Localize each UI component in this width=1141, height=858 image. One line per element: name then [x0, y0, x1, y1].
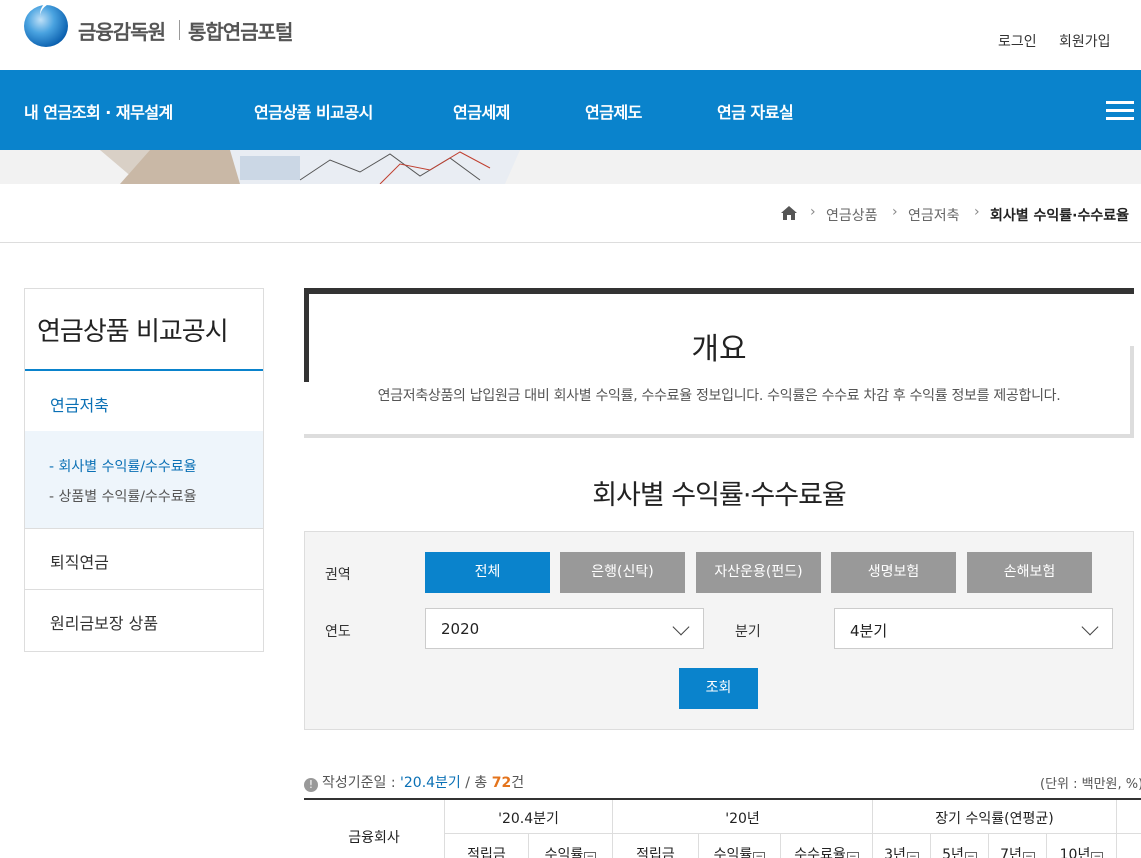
col-7y[interactable]: 7년 − — [989, 834, 1047, 858]
col-fee-year[interactable]: 수수료율 − — [781, 834, 873, 858]
sort-icon[interactable]: − — [964, 852, 977, 858]
col-10y[interactable]: 10년 − — [1047, 834, 1117, 858]
breadcrumb-item-savings[interactable]: 연금저축 — [908, 205, 960, 225]
col-company: 금융회사 — [304, 800, 445, 858]
col-group-long-term: 장기 수익률(연평균) — [873, 800, 1117, 834]
info-icon: ! — [304, 778, 318, 792]
total-count: 72 — [491, 775, 512, 791]
sort-icon[interactable]: − — [1091, 852, 1104, 858]
nav-pension-archive[interactable]: 연금 자료실 — [717, 99, 794, 123]
basis-label: 작성기준일 : — [322, 775, 401, 791]
nav-my-pension[interactable]: 내 연금조회 · 재무설계 — [24, 99, 173, 123]
col-fee-year-label: 수수료율 — [794, 847, 846, 858]
area-label: 권역 — [325, 567, 351, 583]
login-link[interactable]: 로그인 — [998, 31, 1037, 51]
col-3y-label: 3년 — [884, 847, 906, 858]
col-3y[interactable]: 3년 − — [873, 834, 931, 858]
sort-icon[interactable]: − — [906, 852, 919, 858]
total-label: / 총 — [460, 775, 492, 791]
year-select[interactable]: 2020 — [425, 608, 704, 649]
sort-icon[interactable]: − — [1022, 852, 1035, 858]
sidebar-subitem-product[interactable]: - 상품별 수익률/수수료율 — [49, 486, 196, 506]
org-name[interactable]: 금융감독원 — [78, 16, 166, 45]
col-group-quarter: '20.4분기 — [445, 800, 613, 834]
sort-icon[interactable]: − — [753, 852, 766, 858]
col-extra — [1117, 834, 1141, 858]
page-banner — [0, 150, 1141, 184]
year-select-value: 2020 — [441, 620, 480, 638]
fss-logo-icon[interactable] — [24, 5, 68, 47]
area-all-button[interactable]: 전체 — [425, 552, 550, 593]
nav-pension-system[interactable]: 연금제도 — [585, 99, 642, 123]
results-table: 금융회사 '20.4분기 '20년 장기 수익률(연평균) 적립금 수익률 − 적… — [304, 798, 1141, 858]
col-reserve-year: 적립금 — [613, 834, 699, 858]
search-button[interactable]: 조회 — [679, 668, 758, 709]
banner-illustration — [0, 150, 1141, 184]
breadcrumb: › 연금상품 › 연금저축 › 회사별 수익률·수수료율 — [0, 184, 1141, 243]
col-return-label: 수익률 — [544, 847, 584, 858]
portal-name[interactable]: 통합연금포털 — [188, 16, 293, 45]
col-group-extra — [1117, 800, 1141, 834]
overview-shadow — [304, 434, 1134, 438]
nav-pension-tax[interactable]: 연금세제 — [453, 99, 510, 123]
home-icon[interactable] — [780, 205, 798, 221]
col-return-year-label: 수익률 — [713, 847, 753, 858]
overview-border — [304, 288, 1134, 294]
main-navigation: 내 연금조회 · 재무설계 연금상품 비교공시 연금세제 연금제도 연금 자료실 — [0, 70, 1141, 150]
overview-title: 개요 — [691, 332, 747, 367]
area-asset-mgmt-button[interactable]: 자산운용(펀드) — [696, 552, 821, 593]
col-5y-label: 5년 — [942, 847, 964, 858]
breadcrumb-item-current: 회사별 수익률·수수료율 — [990, 208, 1129, 224]
hamburger-menu-icon[interactable] — [1106, 101, 1134, 121]
area-nonlife-insurance-button[interactable]: 손해보험 — [967, 552, 1092, 593]
col-return[interactable]: 수익률 − — [529, 834, 613, 858]
join-link[interactable]: 회원가입 — [1059, 31, 1111, 51]
quarter-select[interactable]: 4분기 — [834, 608, 1113, 649]
report-basis: ! 작성기준일 : '20.4분기 / 총 72건 — [304, 772, 524, 792]
col-7y-label: 7년 — [1000, 847, 1022, 858]
col-10y-label: 10년 — [1059, 847, 1091, 858]
chevron-right-icon: › — [974, 204, 980, 220]
year-label: 연도 — [325, 624, 351, 640]
basis-value: '20.4분기 — [400, 775, 461, 791]
area-life-insurance-button[interactable]: 생명보험 — [831, 552, 956, 593]
chevron-right-icon: › — [892, 204, 898, 220]
chevron-down-icon — [1081, 618, 1099, 636]
col-group-year: '20년 — [613, 800, 873, 834]
nav-product-compare[interactable]: 연금상품 비교공시 — [254, 99, 373, 123]
chevron-down-icon — [672, 618, 690, 636]
chevron-right-icon: › — [810, 204, 816, 220]
logo-divider — [179, 20, 180, 40]
overview-description: 연금저축상품의 납입원금 대비 회사별 수익률, 수수료율 정보입니다. 수익률… — [377, 388, 1061, 404]
total-unit: 건 — [511, 775, 525, 791]
overview-box: 개요 연금저축상품의 납입원금 대비 회사별 수익률, 수수료율 정보입니다. … — [304, 288, 1134, 438]
sidebar-item-principal-guaranteed[interactable]: 원리금보장 상품 — [25, 591, 263, 651]
sidebar-item-pension-savings[interactable]: 연금저축 — [25, 373, 263, 433]
sidebar-item-retirement-pension[interactable]: 퇴직연금 — [25, 530, 263, 590]
section-title: 회사별 수익률·수수료율 — [592, 480, 847, 511]
sort-icon[interactable]: − — [584, 852, 597, 858]
col-return-year[interactable]: 수익률 − — [699, 834, 781, 858]
sidebar-subitem-company[interactable]: - 회사별 수익률/수수료율 — [49, 456, 196, 476]
sidebar-title: 연금상품 비교공시 — [25, 289, 263, 371]
quarter-select-value: 4분기 — [850, 622, 888, 640]
search-filter: 권역 전체 은행(신탁) 자산운용(펀드) 생명보험 손해보험 연도 2020 … — [304, 531, 1134, 730]
site-header: 금융감독원 통합연금포털 로그인 회원가입 — [0, 0, 1141, 70]
sidebar: 연금상품 비교공시 연금저축 - 회사별 수익률/수수료율 - 상품별 수익률/… — [24, 288, 264, 652]
col-reserve: 적립금 — [445, 834, 529, 858]
sort-icon[interactable]: − — [846, 852, 859, 858]
breadcrumb-item-product[interactable]: 연금상품 — [826, 205, 878, 225]
quarter-label: 분기 — [735, 624, 761, 640]
unit-note: (단위 : 백만원, %) — [1040, 777, 1141, 792]
area-bank-button[interactable]: 은행(신탁) — [560, 552, 685, 593]
sidebar-submenu: - 회사별 수익률/수수료율 - 상품별 수익률/수수료율 — [25, 431, 263, 529]
col-5y[interactable]: 5년 − — [931, 834, 989, 858]
